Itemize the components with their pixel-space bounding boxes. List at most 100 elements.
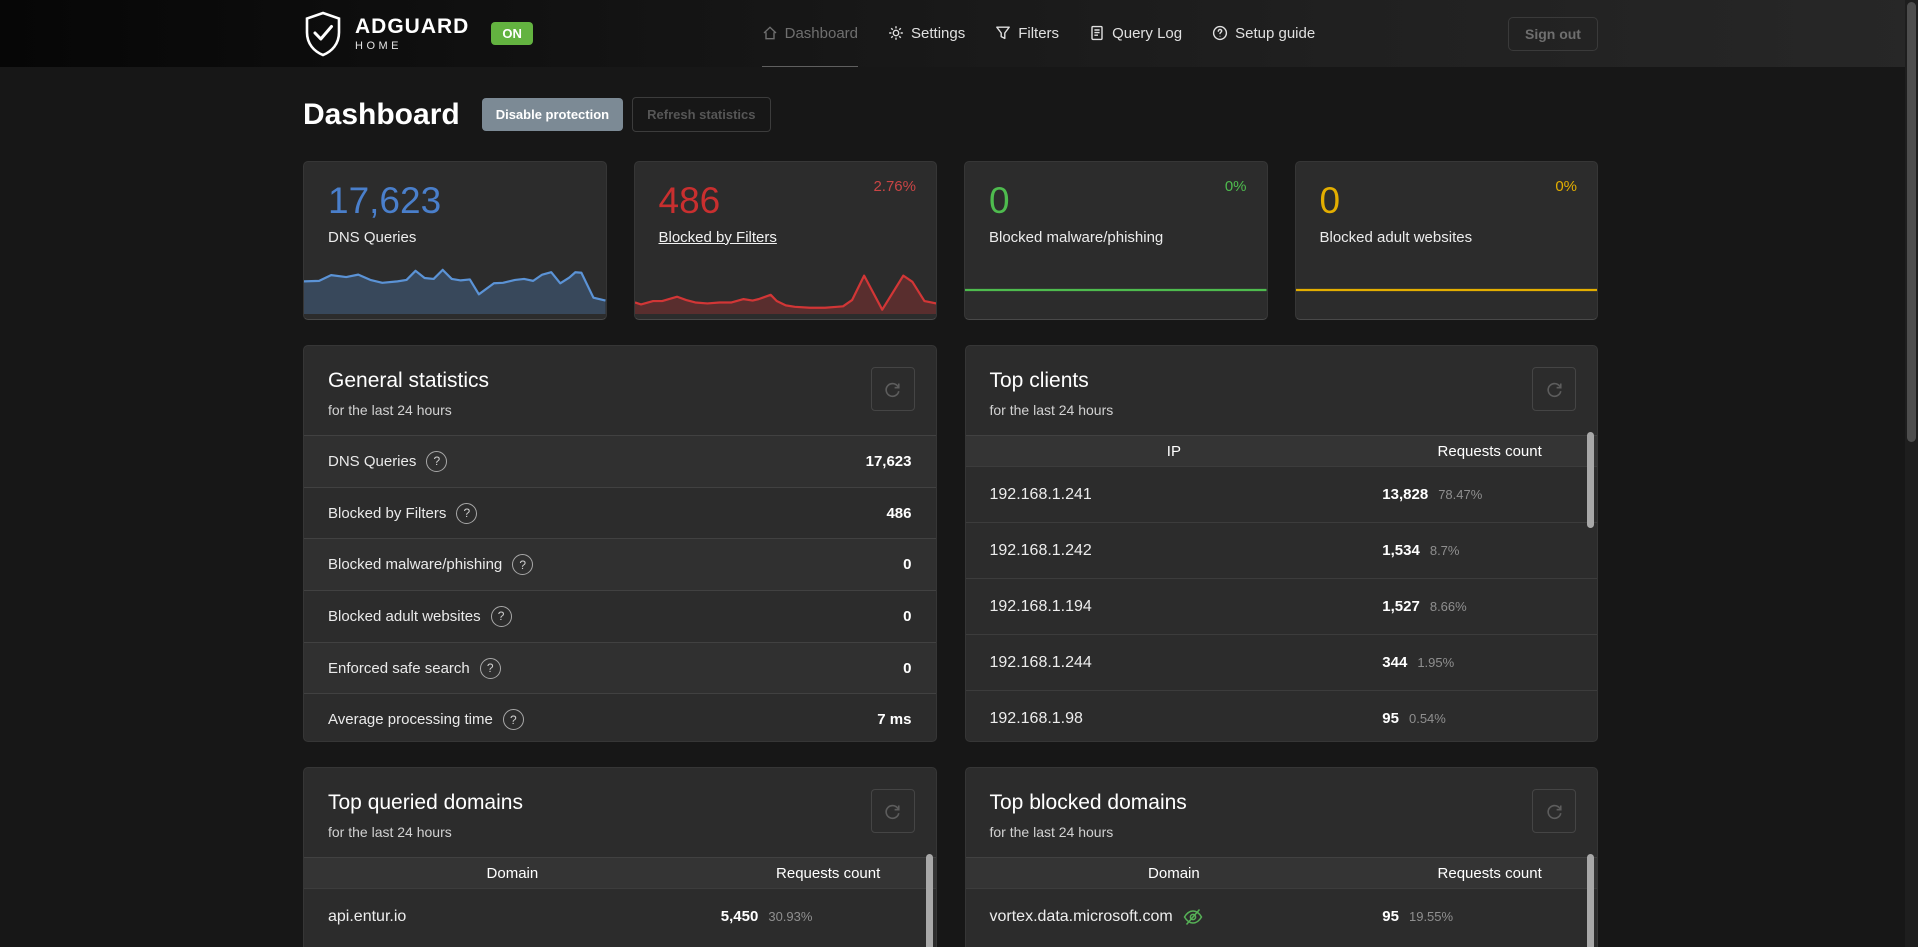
top-blocked-domains-table-header: Domain Requests count bbox=[965, 857, 1597, 888]
main-nav: Dashboard Settings Filters Query Log Set… bbox=[761, 0, 1315, 67]
help-circle-icon bbox=[1213, 25, 1228, 41]
blocked-filters-sparkline bbox=[634, 266, 936, 314]
stat-value: 7 ms bbox=[877, 711, 912, 729]
client-count: 1,527 bbox=[1382, 598, 1420, 615]
page-scrollbar-thumb[interactable] bbox=[1907, 2, 1916, 442]
filter-funnel-icon bbox=[996, 26, 1011, 40]
nav-query-log-label: Query Log bbox=[1112, 24, 1183, 42]
nav-query-log[interactable]: Query Log bbox=[1089, 0, 1182, 67]
column-ip: IP bbox=[1166, 442, 1181, 460]
general-statistics-refresh-button[interactable] bbox=[870, 367, 915, 411]
nav-setup-guide[interactable]: Setup guide bbox=[1212, 0, 1315, 67]
stat-row-processing-time: Average processing time? 7 ms bbox=[304, 693, 936, 741]
client-count: 13,828 bbox=[1382, 486, 1429, 503]
client-count: 1,534 bbox=[1382, 542, 1420, 559]
general-statistics-subtitle: for the last 24 hours bbox=[328, 402, 452, 418]
column-requests-count: Requests count bbox=[1437, 442, 1542, 460]
card-blocked-by-filters: 486 Blocked by Filters 2.76% bbox=[633, 161, 937, 320]
top-blocked-domains-refresh-button[interactable] bbox=[1532, 789, 1576, 833]
blocked-malware-value: 0 bbox=[989, 180, 1010, 221]
domain-percent: 19.55% bbox=[1408, 909, 1454, 924]
client-percent: 8.66% bbox=[1429, 599, 1467, 614]
blocked-malware-label: Blocked malware/phishing bbox=[989, 228, 1164, 246]
eye-off-icon[interactable] bbox=[1182, 906, 1204, 928]
stat-value: 0 bbox=[903, 659, 912, 677]
help-icon[interactable]: ? bbox=[426, 450, 448, 472]
disable-protection-button[interactable]: Disable protection bbox=[481, 98, 624, 131]
blocked-domain: vortex.data.microsoft.com bbox=[989, 907, 1173, 925]
client-percent: 0.54% bbox=[1408, 711, 1446, 726]
domain-row: vortex.data.microsoft.com 95 19.55% bbox=[965, 888, 1597, 944]
panel-scrollbar[interactable] bbox=[1587, 432, 1594, 528]
brand-name: ADGUARD bbox=[355, 14, 470, 38]
domain-count: 95 bbox=[1382, 908, 1399, 925]
column-requests-count: Requests count bbox=[1437, 864, 1542, 882]
client-percent: 8.7% bbox=[1429, 543, 1460, 558]
top-clients-panel: Top clients for the last 24 hours IP Req… bbox=[964, 345, 1598, 742]
top-clients-title: Top clients bbox=[989, 369, 1089, 392]
help-icon[interactable]: ? bbox=[490, 605, 512, 627]
nav-filters[interactable]: Filters bbox=[995, 0, 1059, 67]
stat-value: 0 bbox=[903, 556, 912, 574]
stat-row-safe-search: Enforced safe search? 0 bbox=[304, 641, 936, 694]
stat-label: Blocked by Filters bbox=[328, 504, 447, 522]
top-queried-domains-subtitle: for the last 24 hours bbox=[328, 824, 452, 840]
client-row: 192.168.1.241 13,828 78.47% bbox=[965, 466, 1597, 522]
top-clients-subtitle: for the last 24 hours bbox=[989, 402, 1114, 418]
panel-scrollbar[interactable] bbox=[1587, 854, 1594, 947]
general-statistics-rows: DNS Queries? 17,623 Blocked by Filters? … bbox=[304, 435, 936, 741]
stat-row-blocked-adult: Blocked adult websites? 0 bbox=[304, 590, 936, 642]
client-ip: 192.168.1.98 bbox=[989, 709, 1083, 727]
blocked-adult-label: Blocked adult websites bbox=[1319, 228, 1473, 246]
card-blocked-adult: 0 Blocked adult websites 0% bbox=[1294, 161, 1598, 320]
document-icon bbox=[1091, 25, 1103, 41]
panel-scrollbar[interactable] bbox=[925, 854, 933, 947]
top-clients-refresh-button[interactable] bbox=[1532, 367, 1576, 411]
column-domain: Domain bbox=[1148, 864, 1200, 882]
client-ip: 192.168.1.241 bbox=[989, 485, 1092, 503]
nav-settings-label: Settings bbox=[911, 24, 966, 42]
help-icon[interactable]: ? bbox=[479, 657, 501, 679]
stat-label: Blocked malware/phishing bbox=[328, 556, 503, 574]
stat-row-blocked-filters: Blocked by Filters? 486 bbox=[304, 486, 936, 539]
queried-domain: api.entur.io bbox=[328, 907, 407, 925]
client-row: 192.168.1.244 344 1.95% bbox=[965, 634, 1597, 690]
gear-icon bbox=[889, 26, 903, 40]
top-queried-domains-panel: Top queried domains for the last 24 hour… bbox=[303, 767, 937, 947]
client-percent: 78.47% bbox=[1438, 487, 1483, 502]
blocked-adult-value: 0 bbox=[1319, 180, 1341, 221]
help-icon[interactable]: ? bbox=[502, 709, 524, 731]
card-dns-queries: 17,623 DNS Queries bbox=[303, 161, 607, 320]
stat-label: Average processing time bbox=[328, 711, 493, 729]
page-scrollbar[interactable] bbox=[1905, 0, 1918, 947]
page-title: Dashboard bbox=[303, 97, 460, 131]
stat-value: 17,623 bbox=[865, 452, 912, 470]
general-statistics-title: General statistics bbox=[328, 369, 490, 392]
column-domain: Domain bbox=[486, 864, 539, 882]
nav-settings[interactable]: Settings bbox=[888, 0, 965, 67]
stat-row-dns-queries: DNS Queries? 17,623 bbox=[304, 435, 936, 487]
top-clients-table-header: IP Requests count bbox=[965, 435, 1597, 466]
sign-out-button[interactable]: Sign out bbox=[1507, 16, 1598, 51]
blocked-filters-link[interactable]: Blocked by Filters bbox=[659, 229, 777, 246]
stat-label: Enforced safe search bbox=[328, 659, 470, 677]
refresh-icon bbox=[885, 804, 900, 819]
help-icon[interactable]: ? bbox=[456, 502, 478, 524]
brand-sub: HOME bbox=[355, 39, 402, 52]
nav-dashboard[interactable]: Dashboard bbox=[761, 0, 859, 67]
stat-label: Blocked adult websites bbox=[328, 607, 481, 625]
brand: ADGUARD HOME ON bbox=[303, 11, 533, 57]
top-queried-domains-refresh-button[interactable] bbox=[870, 789, 915, 833]
refresh-statistics-button[interactable]: Refresh statistics bbox=[632, 97, 771, 132]
blocked-malware-percent: 0% bbox=[1224, 178, 1247, 195]
client-row: 192.168.1.242 1,534 8.7% bbox=[965, 522, 1597, 578]
card-blocked-malware: 0 Blocked malware/phishing 0% bbox=[964, 161, 1268, 320]
client-ip: 192.168.1.242 bbox=[989, 541, 1092, 559]
blocked-filters-percent: 2.76% bbox=[873, 178, 916, 195]
domain-row: api.entur.io 5,450 30.93% bbox=[304, 888, 936, 944]
top-blocked-domains-title: Top blocked domains bbox=[989, 791, 1187, 814]
blocked-malware-sparkline bbox=[965, 266, 1267, 314]
nav-dashboard-label: Dashboard bbox=[784, 24, 859, 42]
help-icon[interactable]: ? bbox=[512, 554, 534, 576]
stat-label: DNS Queries bbox=[328, 452, 417, 470]
